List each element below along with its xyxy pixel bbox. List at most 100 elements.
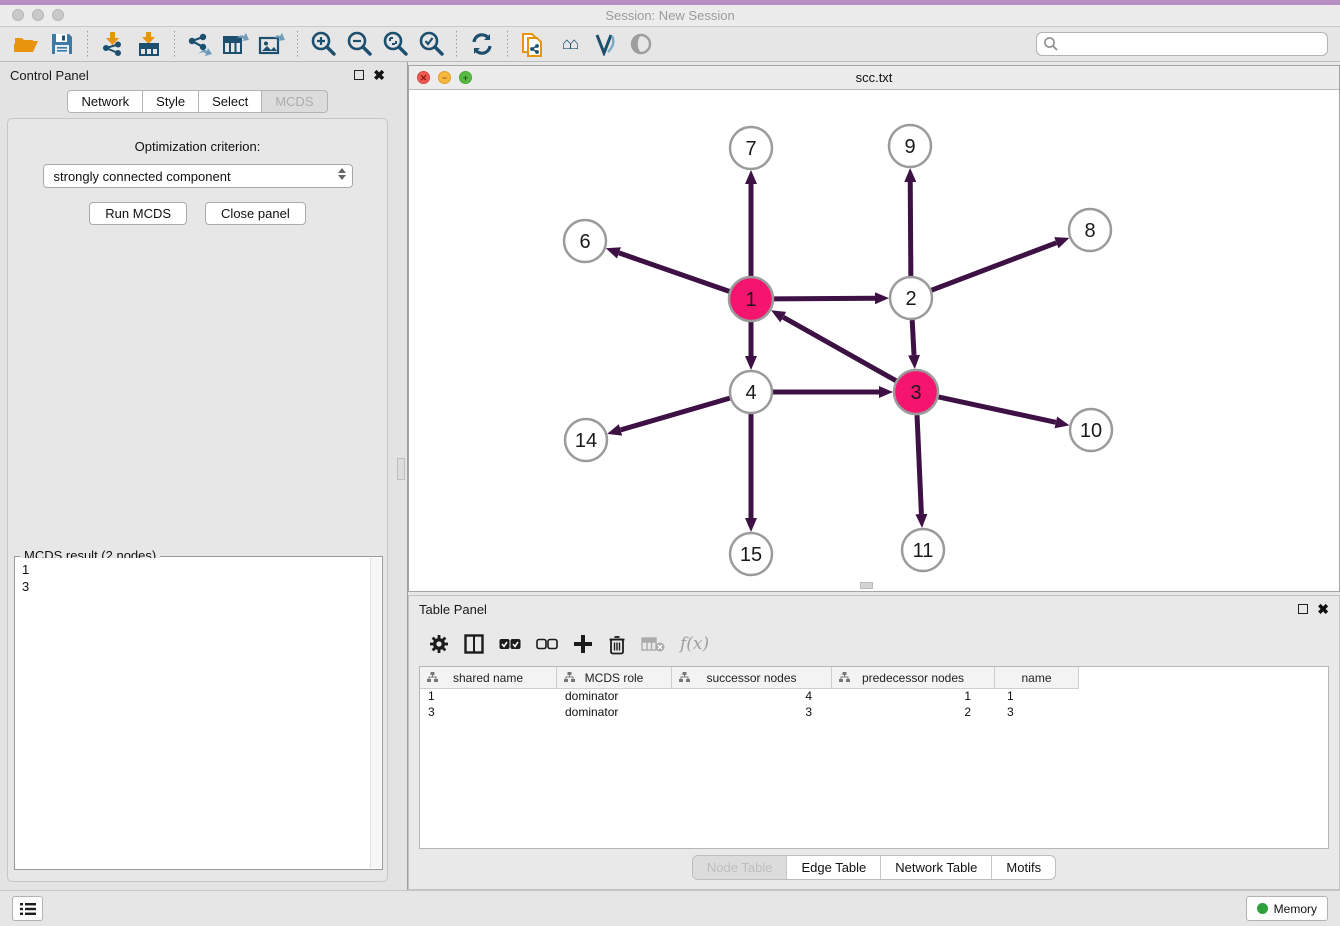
graph-edge-2-3[interactable]	[912, 320, 914, 355]
node-table[interactable]: shared nameMCDS rolesuccessor nodesprede…	[419, 666, 1329, 849]
refresh-icon	[470, 32, 494, 56]
graph-edge-3-11[interactable]	[917, 415, 921, 514]
table-cell[interactable]: 1	[832, 689, 995, 705]
graph-edge-3-1[interactable]	[783, 317, 896, 381]
table-cell[interactable]: 3	[672, 705, 832, 721]
graph-node-label-4: 4	[745, 382, 756, 404]
open-session-button[interactable]	[8, 29, 44, 59]
tab-motifs[interactable]: Motifs	[991, 856, 1055, 879]
tab-select[interactable]: Select	[199, 90, 262, 113]
tab-edge-table[interactable]: Edge Table	[786, 856, 880, 879]
save-session-button[interactable]	[44, 29, 80, 59]
vizmapper-button[interactable]	[587, 29, 623, 59]
table-cell[interactable]: 1	[995, 689, 1079, 705]
search-input[interactable]	[1036, 32, 1328, 56]
zoom-fit-button[interactable]	[377, 29, 413, 59]
toolbar-separator	[507, 31, 508, 57]
tab-network[interactable]: Network	[67, 90, 143, 113]
run-mcds-button[interactable]: Run MCDS	[89, 202, 187, 225]
close-panel-button[interactable]: Close panel	[205, 202, 306, 225]
select-all-rows-button[interactable]	[499, 638, 521, 650]
close-table-panel-icon[interactable]: ✖	[1317, 604, 1329, 614]
save-icon	[50, 32, 74, 56]
toolbar-separator	[87, 31, 88, 57]
table-settings-button[interactable]	[429, 634, 449, 654]
table-cell[interactable]: dominator	[557, 689, 672, 705]
add-column-button[interactable]	[573, 634, 593, 654]
table-cell[interactable]: dominator	[557, 705, 672, 721]
table-cell[interactable]: 2	[832, 705, 995, 721]
deselect-all-rows-button[interactable]	[536, 638, 558, 650]
mcds-result-group: MCDS result (2 nodes) 1 3	[14, 556, 383, 870]
table-cell[interactable]: 3	[420, 705, 557, 721]
graph-edge-2-8[interactable]	[932, 243, 1057, 290]
tab-network-table[interactable]: Network Table	[880, 856, 991, 879]
zoom-selected-button[interactable]	[413, 29, 449, 59]
network-graph[interactable]: 7968124314101511	[409, 90, 1339, 591]
delete-column-button[interactable]	[608, 634, 626, 655]
graph-edge-2-9[interactable]	[910, 182, 911, 276]
zoom-out-button[interactable]	[341, 29, 377, 59]
table-cell[interactable]: 4	[672, 689, 832, 705]
splitter-grip[interactable]	[397, 458, 405, 480]
task-history-button[interactable]	[12, 896, 43, 921]
graph-node-label-2: 2	[905, 288, 916, 310]
export-image-button[interactable]	[254, 29, 290, 59]
export-table-button[interactable]	[218, 29, 254, 59]
main-area: Control Panel ✖ Network Style Select MCD…	[0, 62, 1340, 890]
graph-edge-3-10[interactable]	[938, 397, 1055, 422]
tab-style[interactable]: Style	[143, 90, 199, 113]
open-recent-session-button[interactable]: ⌂⌂	[551, 29, 587, 59]
column-header-predecessor-nodes[interactable]: predecessor nodes	[832, 667, 995, 689]
clone-network-button[interactable]	[515, 29, 551, 59]
graph-node-label-15: 15	[740, 544, 762, 566]
result-scrollbar[interactable]	[370, 558, 381, 868]
table-cell[interactable]: 1	[420, 689, 557, 705]
graph-node-label-6: 6	[579, 231, 590, 253]
float-panel-icon[interactable]	[354, 70, 364, 80]
memory-label: Memory	[1274, 902, 1317, 916]
zoom-fit-icon	[382, 31, 408, 57]
zoom-in-button[interactable]	[305, 29, 341, 59]
column-header-name[interactable]: name	[995, 667, 1079, 689]
graph-node-label-1: 1	[745, 289, 756, 311]
show-columns-button[interactable]	[464, 634, 484, 654]
import-network-button[interactable]	[95, 29, 131, 59]
vertical-splitter[interactable]	[395, 62, 408, 890]
apply-layout-button[interactable]	[464, 29, 500, 59]
float-table-panel-icon[interactable]	[1298, 604, 1308, 614]
import-table-button[interactable]	[131, 29, 167, 59]
homes-icon: ⌂⌂	[562, 34, 577, 54]
table-cell[interactable]: 3	[995, 705, 1079, 721]
graph-edge-4-14[interactable]	[621, 398, 730, 430]
open-folder-icon	[13, 33, 39, 55]
control-panel-title: Control Panel	[10, 68, 89, 83]
deselect-all-icon	[536, 638, 558, 650]
close-panel-icon[interactable]: ✖	[373, 70, 385, 80]
column-edit-icon	[564, 672, 575, 683]
column-edit-icon	[839, 672, 850, 683]
column-header-shared-name[interactable]: shared name	[420, 667, 557, 689]
tab-node-table[interactable]: Node Table	[693, 856, 787, 879]
vizmapper-icon	[592, 32, 618, 56]
network-canvas[interactable]: 7968124314101511	[409, 90, 1339, 591]
criterion-dropdown[interactable]: strongly connected component	[43, 164, 353, 188]
memory-button[interactable]: Memory	[1246, 896, 1328, 921]
column-header-successor-nodes[interactable]: successor nodes	[672, 667, 832, 689]
show-graphics-details-button[interactable]	[623, 29, 659, 59]
table-row[interactable]: 3dominator323	[420, 705, 1328, 721]
table-panel: Table Panel ✖	[408, 595, 1340, 890]
graph-edge-1-6[interactable]	[619, 253, 729, 292]
tab-mcds[interactable]: MCDS	[262, 90, 327, 113]
column-edit-icon	[679, 672, 690, 683]
mcds-result-text[interactable]: 1 3	[16, 558, 370, 868]
export-network-button[interactable]	[182, 29, 218, 59]
mcds-tab-content: Optimization criterion: strongly connect…	[7, 118, 388, 882]
graph-edge-1-2[interactable]	[774, 298, 875, 299]
table-row[interactable]: 1dominator411	[420, 689, 1328, 705]
column-header-MCDS-role[interactable]: MCDS role	[557, 667, 672, 689]
app-window: Session: New Session	[0, 0, 1340, 926]
column-header-label: name	[995, 671, 1078, 685]
graph-node-label-14: 14	[575, 430, 597, 452]
canvas-splitter-grip[interactable]	[860, 582, 873, 589]
